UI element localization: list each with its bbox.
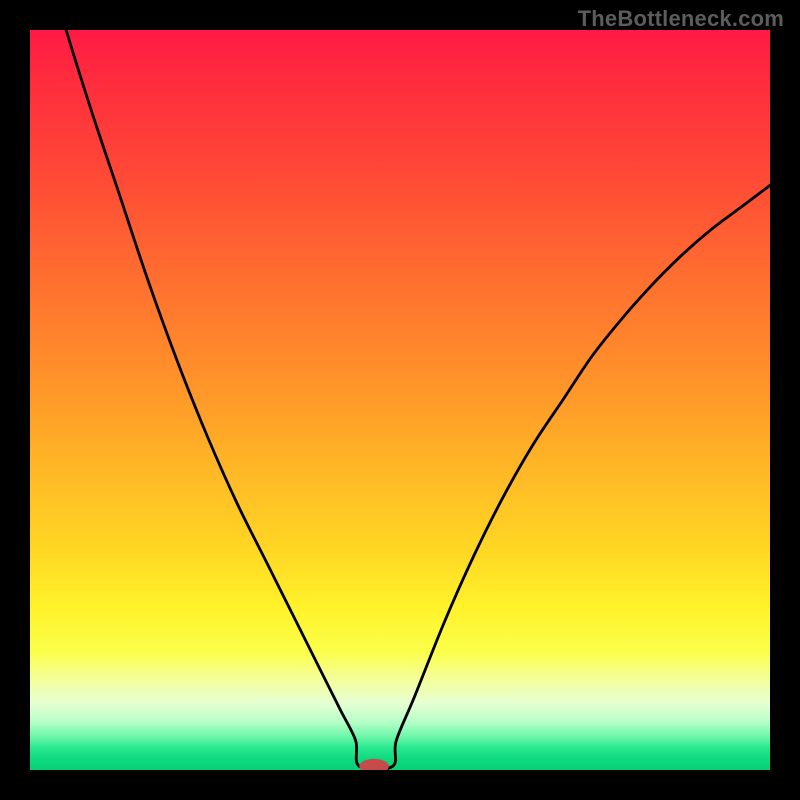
optimum-marker	[359, 759, 389, 770]
chart-frame: TheBottleneck.com	[0, 0, 800, 800]
plot-area	[30, 30, 770, 770]
curve-svg	[30, 30, 770, 770]
bottleneck-curve	[30, 30, 770, 770]
watermark-label: TheBottleneck.com	[578, 6, 784, 32]
